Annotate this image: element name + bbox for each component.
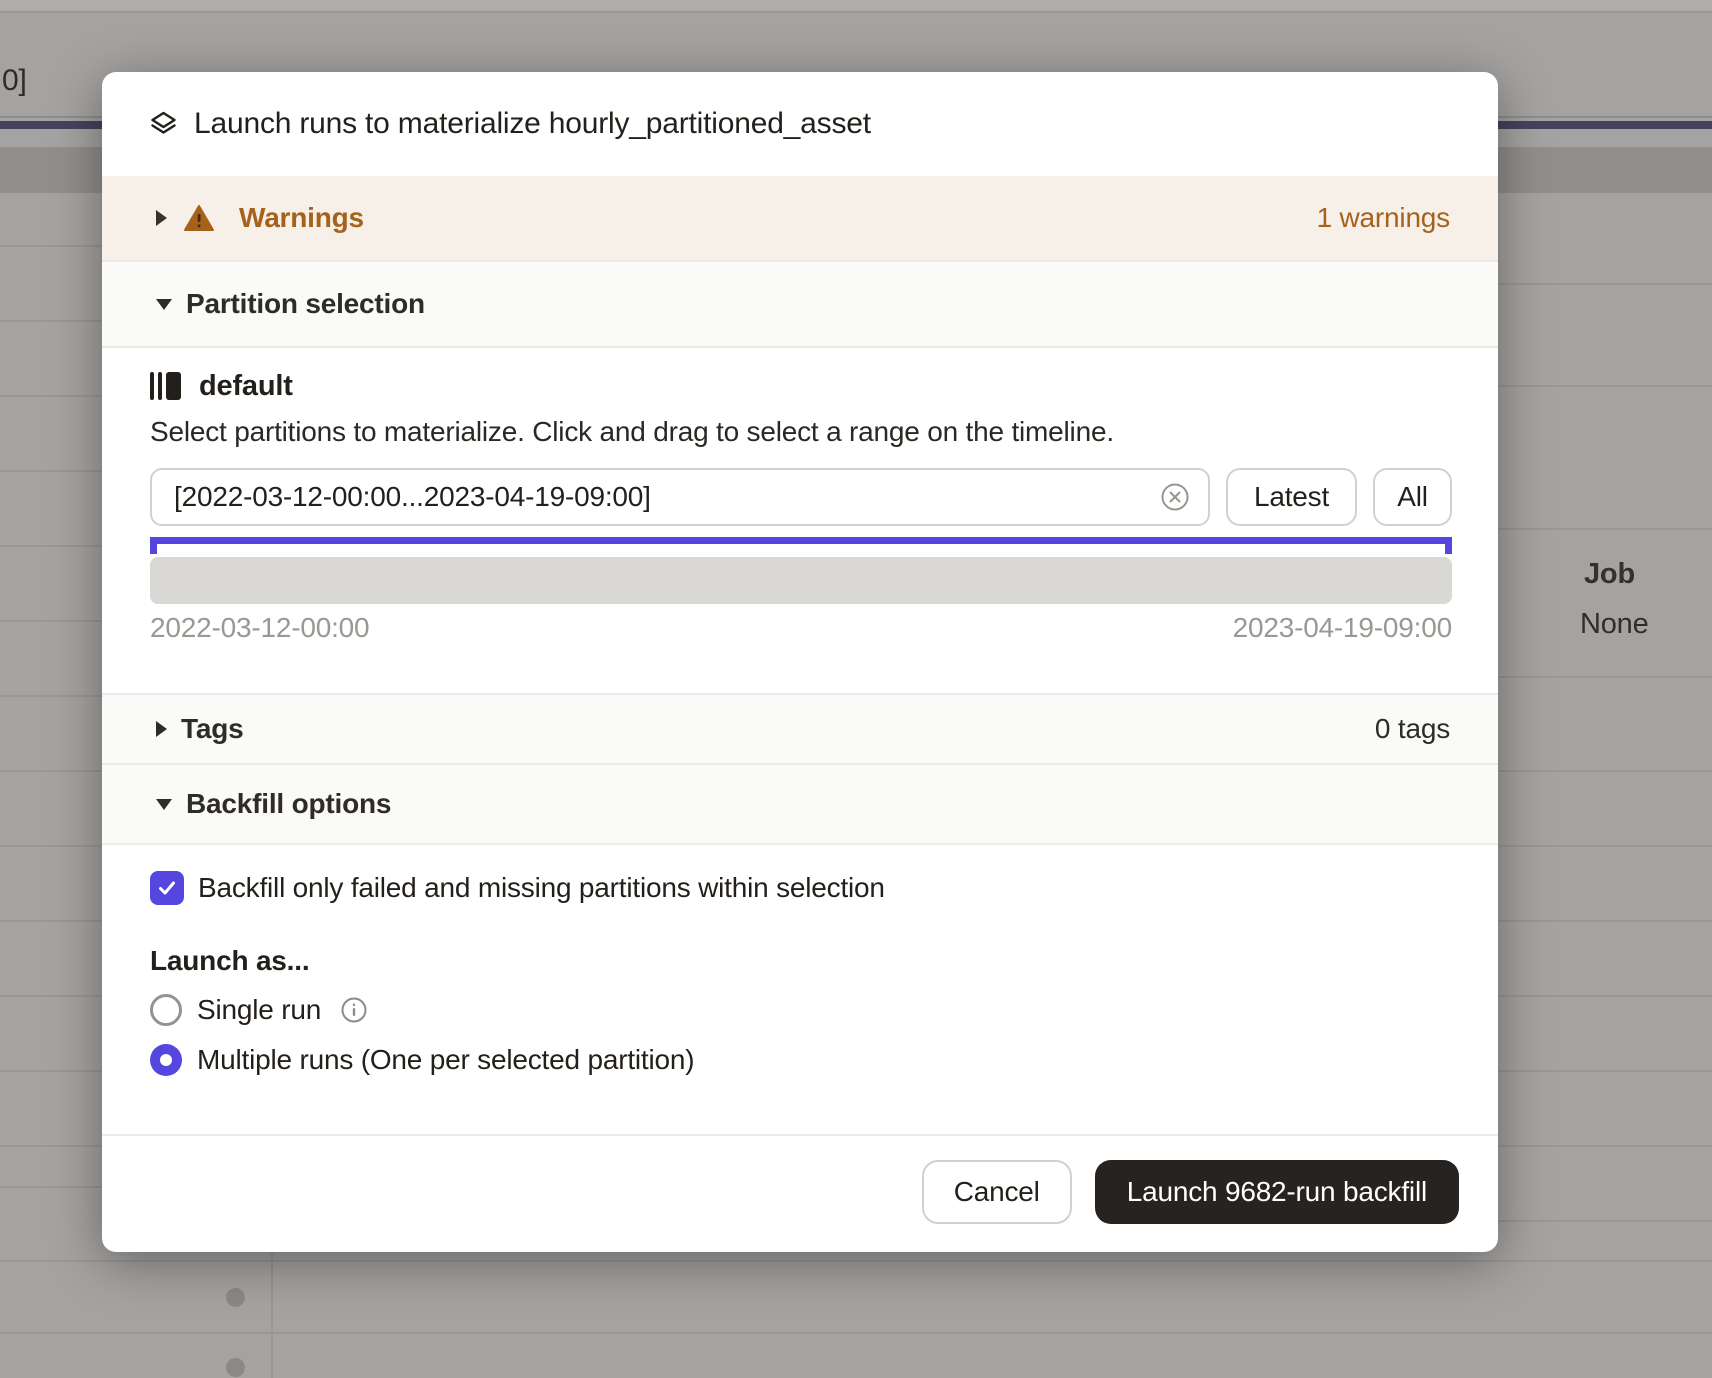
- all-button[interactable]: All: [1373, 468, 1452, 526]
- dimension-name: default: [199, 370, 293, 403]
- partition-description: Select partitions to materialize. Click …: [150, 416, 1452, 448]
- background-row-line: [0, 995, 102, 997]
- background-truncated-text: 0]: [2, 64, 27, 98]
- background-row-line: [1498, 1070, 1712, 1072]
- clear-selection-icon[interactable]: [1160, 482, 1190, 512]
- backfill-options-toggle[interactable]: Backfill options: [102, 763, 1498, 845]
- background-row-line: [1498, 1145, 1712, 1147]
- cancel-button[interactable]: Cancel: [922, 1160, 1072, 1224]
- background-status-dot: [226, 1288, 245, 1307]
- background-row-line: [0, 395, 102, 397]
- background-status-dot: [226, 1358, 245, 1377]
- warnings-count: 1 warnings: [1317, 202, 1450, 234]
- info-icon[interactable]: [340, 996, 368, 1024]
- timeline-selection-range[interactable]: [150, 537, 1452, 544]
- background-row-line: [1498, 385, 1712, 387]
- partition-range-value: [2022-03-12-00:00...2023-04-19-09:00]: [174, 481, 1160, 513]
- timeline-start-label: 2022-03-12-00:00: [150, 612, 369, 644]
- background-row-line: [0, 1145, 102, 1147]
- background-row-line: [0, 245, 102, 247]
- launch-backfill-button[interactable]: Launch 9682-run backfill: [1095, 1160, 1459, 1224]
- caret-right-icon: [156, 721, 167, 737]
- background-row-line: [0, 1260, 1712, 1262]
- background-job-value: None: [1580, 608, 1649, 641]
- caret-down-icon: [156, 299, 172, 310]
- launch-as-label: Launch as...: [150, 945, 1450, 977]
- background-row-line: [1498, 283, 1712, 285]
- background-row-line: [0, 620, 102, 622]
- failed-missing-checkbox[interactable]: [150, 871, 184, 905]
- background-row-line: [0, 845, 102, 847]
- background-row-line: [1498, 920, 1712, 922]
- partition-set-icon: [150, 372, 181, 400]
- timeline-end-label: 2023-04-19-09:00: [1233, 612, 1452, 644]
- background-row-line: [0, 920, 102, 922]
- background-job-header: Job: [1584, 558, 1635, 591]
- partition-timeline[interactable]: [150, 557, 1452, 604]
- single-run-label: Single run: [197, 994, 321, 1026]
- partition-selection-toggle[interactable]: Partition selection: [102, 260, 1498, 348]
- backfill-options-content: Backfill only failed and missing partiti…: [102, 845, 1498, 1134]
- failed-missing-checkbox-label: Backfill only failed and missing partiti…: [198, 872, 885, 904]
- background-row-line: [1498, 770, 1712, 772]
- dialog-footer: Cancel Launch 9682-run backfill: [102, 1134, 1498, 1252]
- tags-section-toggle[interactable]: Tags 0 tags: [102, 693, 1498, 763]
- tags-label: Tags: [181, 713, 243, 745]
- background-row-line: [1498, 528, 1712, 530]
- launch-backfill-dialog: Launch runs to materialize hourly_partit…: [102, 72, 1498, 1252]
- background-row-line: [0, 470, 102, 472]
- background-row-line: [0, 695, 102, 697]
- background-row-line: [0, 770, 102, 772]
- dialog-title: Launch runs to materialize hourly_partit…: [194, 107, 871, 141]
- caret-down-icon: [156, 799, 172, 810]
- background-row-line: [0, 1070, 102, 1072]
- warning-triangle-icon: [183, 204, 215, 232]
- background-row-line: [1498, 845, 1712, 847]
- dialog-header: Launch runs to materialize hourly_partit…: [102, 72, 1498, 176]
- background-toolbar-band: [0, 0, 1712, 13]
- warnings-label: Warnings: [239, 202, 364, 234]
- warnings-section-toggle[interactable]: Warnings 1 warnings: [102, 176, 1498, 260]
- background-row-line: [0, 1186, 102, 1188]
- background-row-line: [1498, 676, 1712, 678]
- multiple-runs-label: Multiple runs (One per selected partitio…: [197, 1044, 694, 1076]
- latest-button[interactable]: Latest: [1226, 468, 1357, 526]
- materialize-layers-icon: [150, 110, 177, 138]
- partition-range-input[interactable]: [2022-03-12-00:00...2023-04-19-09:00]: [150, 468, 1210, 526]
- background-row-line: [1498, 1220, 1712, 1222]
- tags-count: 0 tags: [1375, 713, 1450, 745]
- background-row-line: [0, 1332, 1712, 1334]
- multiple-runs-radio[interactable]: [150, 1044, 182, 1076]
- partition-selection-label: Partition selection: [186, 288, 425, 320]
- single-run-radio[interactable]: [150, 994, 182, 1026]
- background-row-line: [1498, 995, 1712, 997]
- partition-selection-content: default Select partitions to materialize…: [102, 348, 1498, 693]
- background-row-line: [0, 320, 102, 322]
- caret-right-icon: [156, 210, 167, 226]
- backfill-options-label: Backfill options: [186, 788, 391, 820]
- background-row-line: [0, 545, 102, 547]
